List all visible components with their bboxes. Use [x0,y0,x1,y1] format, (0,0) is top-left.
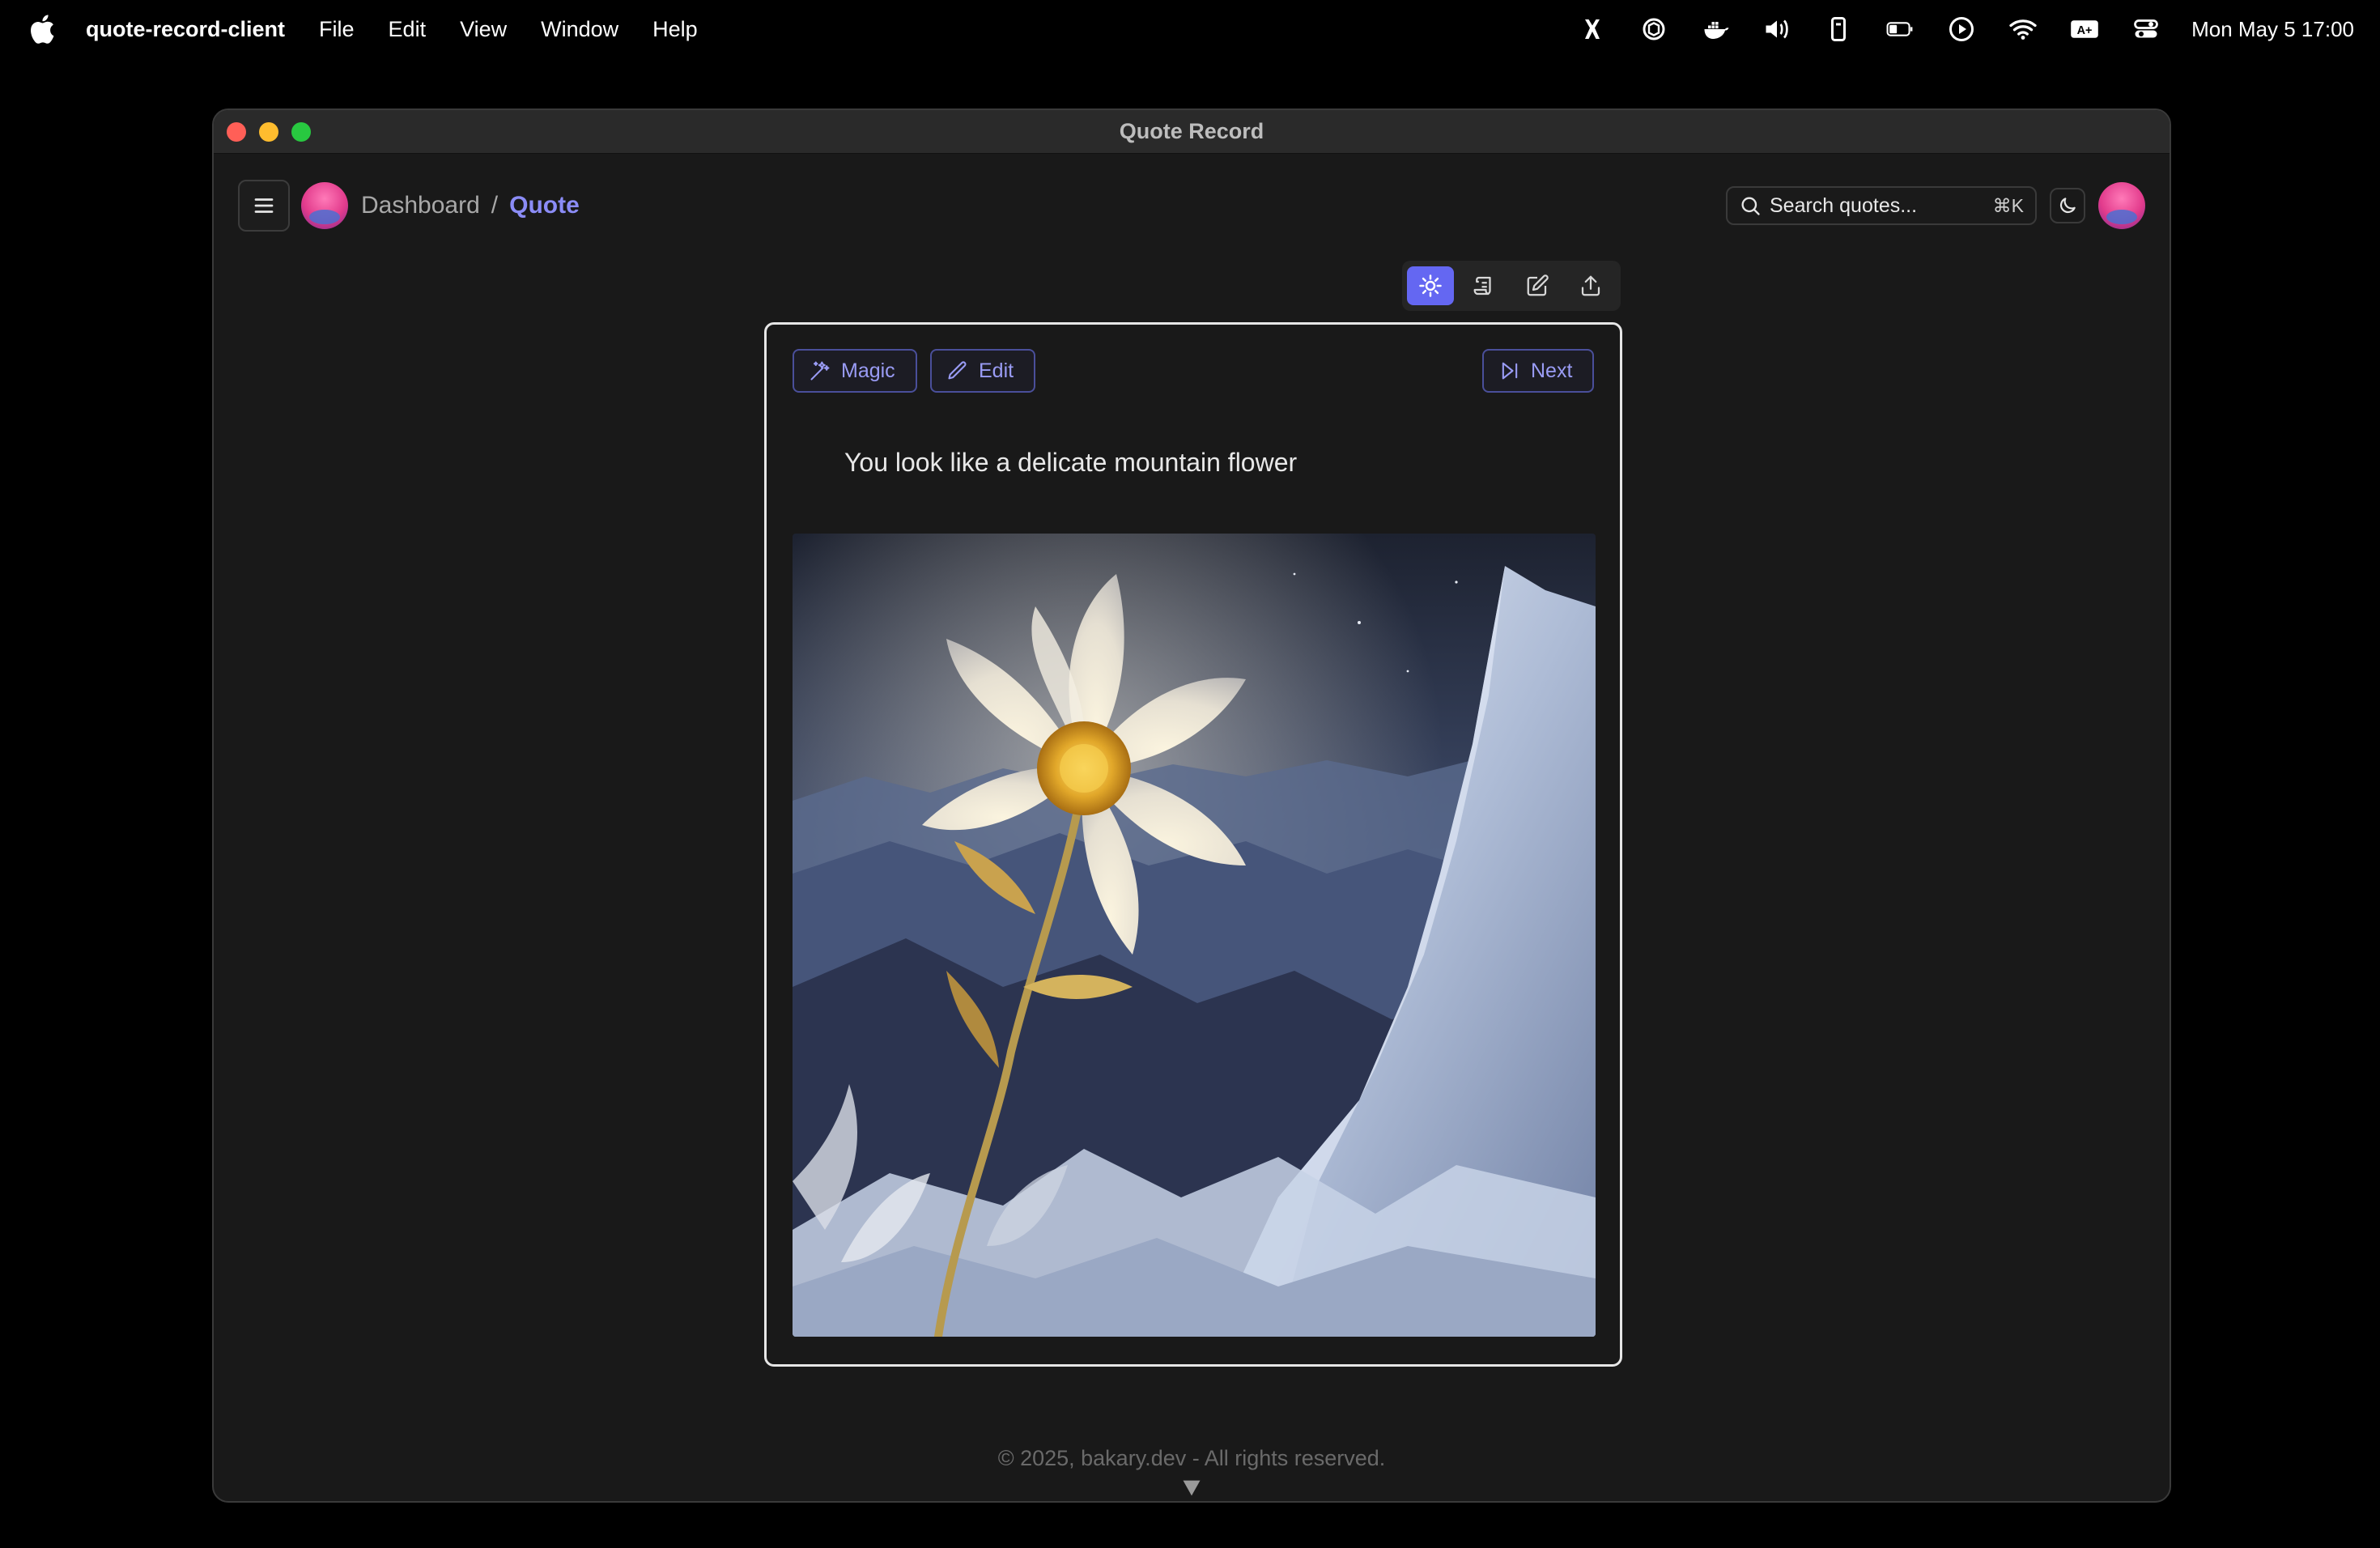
search-icon [1741,197,1760,215]
search-shortcut-hint: ⌘K [1992,194,2024,216]
nav-right-controls: Search quotes... ⌘K [1726,182,2145,229]
next-button-label: Next [1531,359,1573,382]
magic-button[interactable]: Magic [793,349,917,393]
accessibility-text-icon[interactable]: A+ [2068,13,2101,45]
breadcrumb-dashboard[interactable]: Dashboard [361,192,480,219]
battery-icon[interactable] [1884,13,1916,45]
view-mode-toolbar [1402,261,1621,311]
sidebar-toggle-button[interactable] [238,180,290,232]
control-center-icon[interactable] [2130,13,2162,45]
edit-button-label: Edit [979,359,1014,382]
app-window: Quote Record Dashboard / Quote Search qu… [212,108,2171,1503]
scroll-icon [1473,276,1491,296]
user-avatar[interactable] [2098,182,2145,229]
quote-illustration [793,534,1596,1337]
window-titlebar[interactable]: Quote Record [214,110,2170,154]
window-title: Quote Record [1119,119,1264,143]
breadcrumb-separator: / [491,192,499,219]
menu-edit[interactable]: Edit [389,17,427,42]
play-icon[interactable] [1945,13,1978,45]
breadcrumb: Dashboard / Quote [361,192,580,219]
pencil-icon [948,361,967,380]
tool-scroll-view[interactable] [1460,266,1507,305]
magic-button-label: Magic [841,359,895,382]
tool-light-mode[interactable] [1407,266,1454,305]
menubar-status-area: A+ Mon May 5 17:00 [1576,13,2354,45]
menubar-clock[interactable]: Mon May 5 17:00 [2191,17,2354,42]
svg-text:A+: A+ [2077,24,2093,37]
docker-icon[interactable] [1699,13,1732,45]
quote-text: You look like a delicate mountain flower [844,448,1298,477]
wifi-icon[interactable] [2007,13,2039,45]
hamburger-icon [254,198,274,213]
tool-share[interactable] [1567,266,1614,305]
maximize-window-button[interactable] [291,121,311,142]
app-logo-avatar[interactable] [301,182,348,229]
menu-view[interactable]: View [460,17,507,42]
stage-manager-icon[interactable] [1576,13,1609,45]
menu-file[interactable]: File [319,17,355,42]
tool-edit[interactable] [1514,266,1561,305]
edit-button[interactable]: Edit [930,349,1035,393]
theme-toggle-button[interactable] [2050,188,2085,223]
menu-help[interactable]: Help [652,17,698,42]
volume-icon[interactable] [1761,13,1793,45]
breadcrumb-quote[interactable]: Quote [509,192,580,219]
chatgpt-icon[interactable] [1638,13,1670,45]
magic-wand-icon [810,361,830,381]
skip-forward-icon [1502,362,1518,380]
apple-logo-icon[interactable] [26,11,62,47]
search-quotes-input[interactable]: Search quotes... ⌘K [1726,186,2037,225]
mountain-flower-illustration [793,534,1596,1337]
traffic-lights [227,121,311,142]
sun-icon [1419,274,1442,297]
phone-icon[interactable] [1822,13,1855,45]
menu-window[interactable]: Window [541,17,618,42]
chevron-down-icon[interactable] [1180,1477,1203,1499]
close-window-button[interactable] [227,121,246,142]
share-icon [1581,275,1600,296]
quote-card: Magic Edit Next You look like a delicate… [764,322,1622,1367]
menubar-app-name[interactable]: quote-record-client [86,17,285,42]
search-placeholder: Search quotes... [1770,194,1918,217]
top-navigation: Dashboard / Quote Search quotes... ⌘K [238,180,2145,232]
macos-menubar: quote-record-client File Edit View Windo… [0,0,2380,58]
minimize-window-button[interactable] [259,121,278,142]
moon-icon [2059,198,2076,214]
edit-icon [1527,274,1549,296]
next-button[interactable]: Next [1482,349,1594,393]
page-footer: © 2025, bakary.dev - All rights reserved… [997,1446,1386,1470]
